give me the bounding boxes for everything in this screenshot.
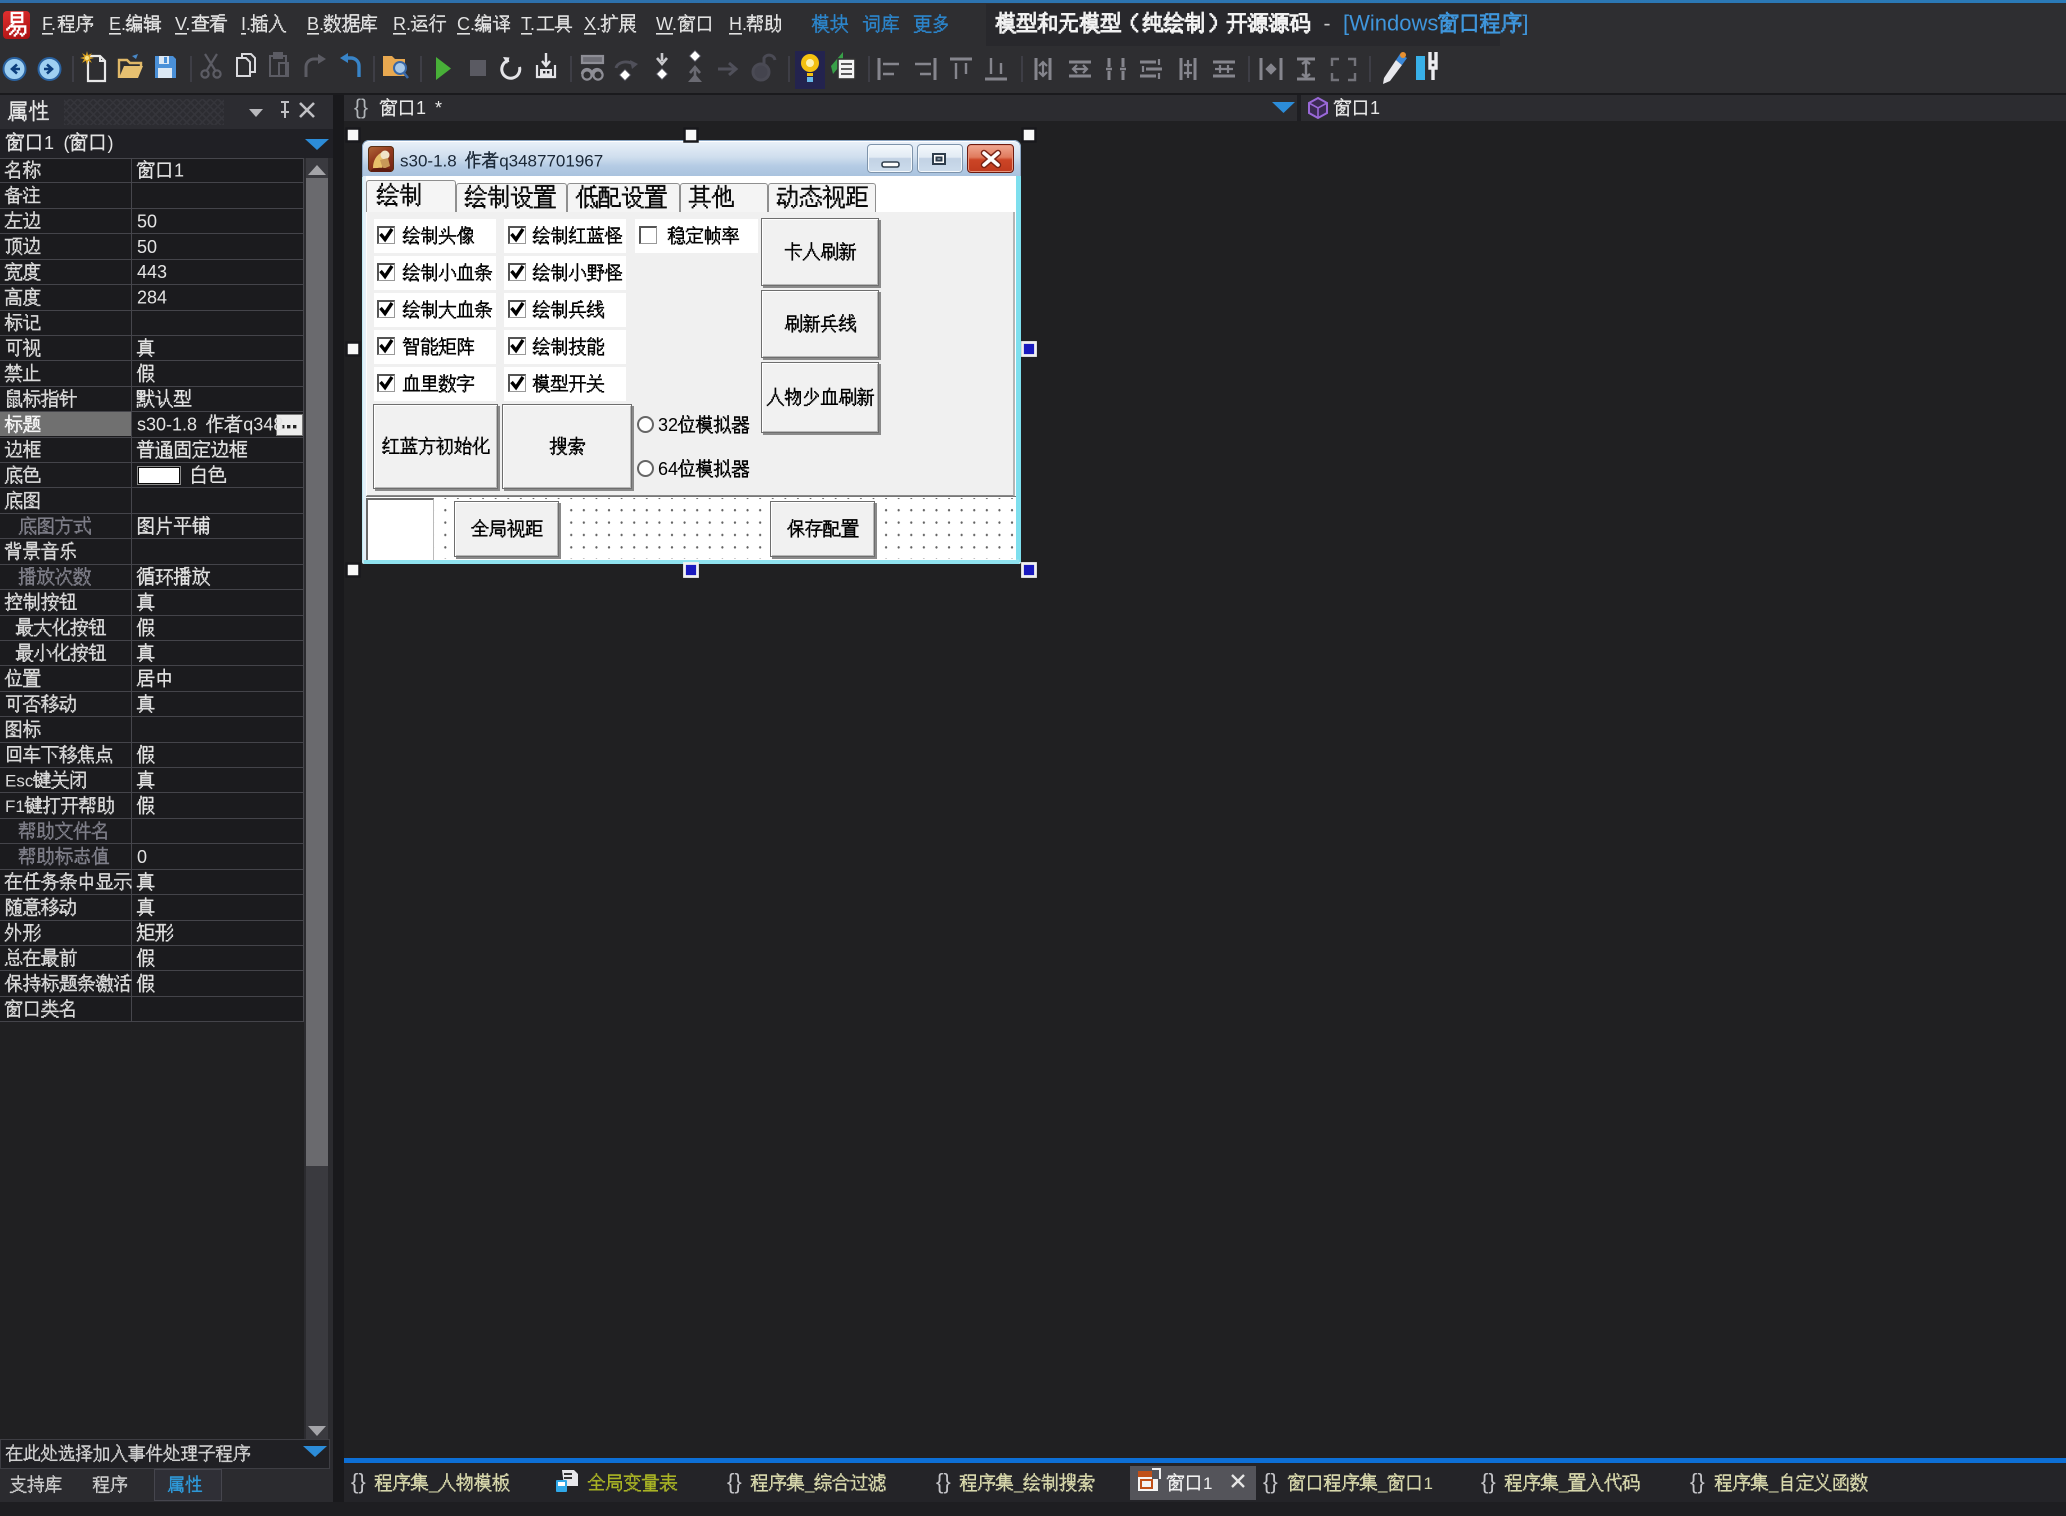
svg-text:s30-1.8: s30-1.8 <box>137 415 197 435</box>
svg-text:{}: {} <box>1690 1469 1705 1494</box>
svg-text:B.: B. <box>307 14 324 34</box>
svg-text:1: 1 <box>1424 1474 1433 1493</box>
svg-text:H.: H. <box>729 14 747 34</box>
svg-text:-: - <box>1324 13 1331 36</box>
svg-text:{}: {} <box>1481 1469 1496 1494</box>
svg-text:]: ] <box>1522 11 1528 36</box>
svg-text:{}: {} <box>351 1469 366 1494</box>
svg-text:_: _ <box>1558 1474 1569 1493</box>
svg-text:V.: V. <box>175 14 190 34</box>
svg-text:284: 284 <box>137 288 167 308</box>
svg-text:_: _ <box>804 1474 815 1493</box>
svg-text:443: 443 <box>137 262 167 282</box>
svg-text:32: 32 <box>658 415 678 435</box>
svg-text:_: _ <box>1013 1474 1024 1493</box>
svg-text:q3487701967: q3487701967 <box>499 151 603 170</box>
svg-text:X.: X. <box>584 14 601 34</box>
svg-text:): ) <box>108 133 114 153</box>
svg-text:0: 0 <box>137 847 147 867</box>
svg-text:F1: F1 <box>5 797 25 816</box>
svg-text:1: 1 <box>1370 98 1380 118</box>
svg-text:Esc: Esc <box>5 772 34 791</box>
svg-text:{}: {} <box>936 1469 951 1494</box>
svg-text:1: 1 <box>1203 1474 1212 1493</box>
svg-text:1: 1 <box>416 98 426 118</box>
svg-text:_: _ <box>1377 1474 1388 1493</box>
svg-text:q348: q348 <box>243 415 283 435</box>
svg-text:{}: {} <box>1263 1469 1278 1494</box>
svg-text:C.: C. <box>457 14 475 34</box>
svg-text:W.: W. <box>656 14 677 34</box>
svg-text:E.: E. <box>109 14 126 34</box>
svg-text:50: 50 <box>137 211 157 231</box>
svg-text:{}: {} <box>354 96 368 119</box>
svg-text:I.: I. <box>241 14 251 34</box>
svg-text:1: 1 <box>174 161 184 181</box>
svg-text:1: 1 <box>44 133 54 153</box>
svg-text:*: * <box>435 98 442 118</box>
svg-text:64: 64 <box>658 459 678 479</box>
svg-text:F.: F. <box>42 14 56 34</box>
svg-text:s30-1.8: s30-1.8 <box>400 151 457 170</box>
svg-text:[Windows: [Windows <box>1343 11 1438 36</box>
svg-text:_: _ <box>428 1474 439 1493</box>
svg-text:_: _ <box>1768 1474 1779 1493</box>
svg-text:50: 50 <box>137 237 157 257</box>
svg-text:T.: T. <box>521 14 535 34</box>
svg-text:R.: R. <box>393 14 411 34</box>
svg-text:(: ( <box>64 133 70 153</box>
svg-text:{}: {} <box>727 1469 742 1494</box>
